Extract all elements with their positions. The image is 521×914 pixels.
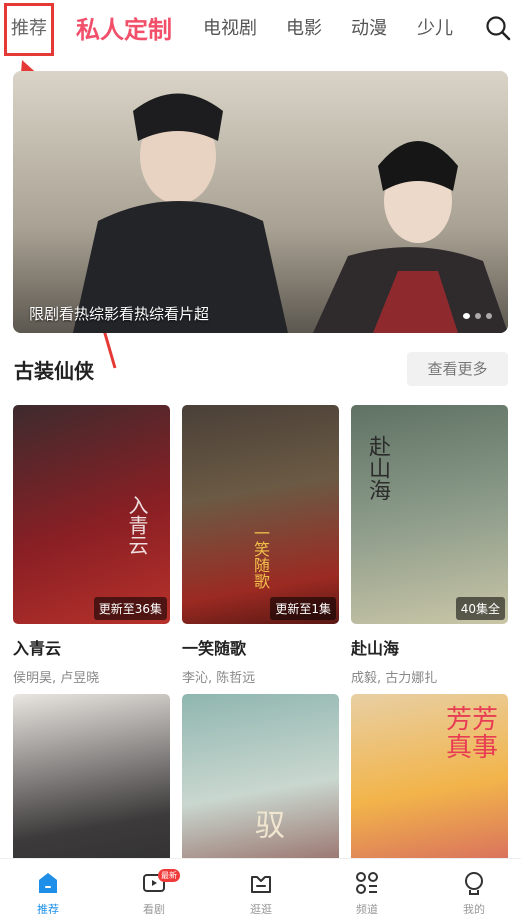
tab-kids[interactable]: 少儿 bbox=[417, 14, 453, 40]
top-tab-bar: 推荐 私人定制 电视剧 电影 动漫 少儿 bbox=[0, 0, 521, 58]
show-poster[interactable]: 入青云 更新至36集 bbox=[13, 405, 170, 624]
poster-art-text: 赴山海 bbox=[365, 435, 390, 501]
banner-dot[interactable] bbox=[486, 313, 492, 319]
basket-icon bbox=[251, 876, 271, 893]
poster-art-text: 入青云 bbox=[125, 495, 149, 555]
nav-item-profile[interactable]: 我的 bbox=[444, 859, 504, 914]
episode-badge: 更新至36集 bbox=[93, 597, 167, 620]
nav-item-browse[interactable]: 逛逛 bbox=[231, 859, 291, 914]
poster-art-text: 驭 bbox=[249, 809, 284, 839]
episode-badge: 更新至1集 bbox=[270, 597, 336, 620]
nav-item-recommend[interactable]: 推荐 bbox=[18, 859, 78, 914]
nav-label: 我的 bbox=[463, 903, 485, 914]
hero-banner[interactable]: 限剧看热综影看热综看片超 bbox=[13, 71, 508, 333]
show-title[interactable]: 一笑随歌 bbox=[182, 635, 246, 659]
show-card[interactable]: 赴山海 40集全 赴山海 成毅, 古力娜扎 bbox=[351, 405, 508, 686]
show-cast: 成毅, 古力娜扎 bbox=[351, 671, 438, 686]
show-title[interactable]: 赴山海 bbox=[351, 635, 399, 659]
poster-art-text: 一笑随歌 bbox=[251, 525, 270, 589]
tab-custom[interactable]: 私人定制 bbox=[76, 10, 172, 45]
tab-tv[interactable]: 电视剧 bbox=[203, 14, 257, 40]
banner-caption: 限剧看热综影看热综看片超 bbox=[29, 305, 210, 323]
nav-label: 频道 bbox=[356, 903, 378, 914]
grid-channels-icon bbox=[356, 872, 378, 894]
section-title: 古装仙侠 bbox=[14, 359, 94, 383]
nav-label: 逛逛 bbox=[250, 903, 272, 914]
show-cast: 侯明昊, 卢昱晓 bbox=[13, 671, 100, 686]
banner-artwork bbox=[13, 71, 508, 333]
search-icon[interactable] bbox=[485, 15, 511, 41]
tab-anime[interactable]: 动漫 bbox=[351, 14, 387, 40]
show-card[interactable]: 一笑随歌 更新至1集 一笑随歌 李沁, 陈哲远 bbox=[182, 405, 339, 686]
home-icon bbox=[39, 873, 57, 893]
show-card[interactable]: 入青云 更新至36集 入青云 侯明昊, 卢昱晓 bbox=[13, 405, 170, 686]
nav-label: 推荐 bbox=[37, 903, 59, 914]
banner-dot[interactable] bbox=[475, 313, 481, 319]
episode-badge: 40集全 bbox=[455, 597, 505, 620]
view-more-button[interactable]: 查看更多 bbox=[407, 352, 508, 386]
profile-icon bbox=[465, 872, 483, 895]
banner-dot[interactable] bbox=[463, 313, 470, 319]
bottom-nav: 推荐 最新 看剧 逛逛 频道 我的 bbox=[0, 858, 521, 914]
show-poster[interactable]: 一笑随歌 更新至1集 bbox=[182, 405, 339, 624]
banner-pagination bbox=[463, 313, 492, 319]
show-cast: 李沁, 陈哲远 bbox=[182, 671, 256, 686]
nav-item-channels[interactable]: 频道 bbox=[337, 859, 397, 914]
poster-art-text: 芳芳真事 bbox=[446, 705, 499, 763]
show-poster[interactable]: 赴山海 40集全 bbox=[351, 405, 508, 624]
new-badge: 最新 bbox=[158, 869, 180, 882]
tab-movie[interactable]: 电影 bbox=[286, 14, 322, 40]
show-title[interactable]: 入青云 bbox=[13, 635, 61, 659]
nav-label: 看剧 bbox=[143, 903, 165, 914]
nav-item-watch[interactable]: 最新 看剧 bbox=[124, 859, 184, 914]
annotation-highlight-box bbox=[4, 3, 54, 56]
